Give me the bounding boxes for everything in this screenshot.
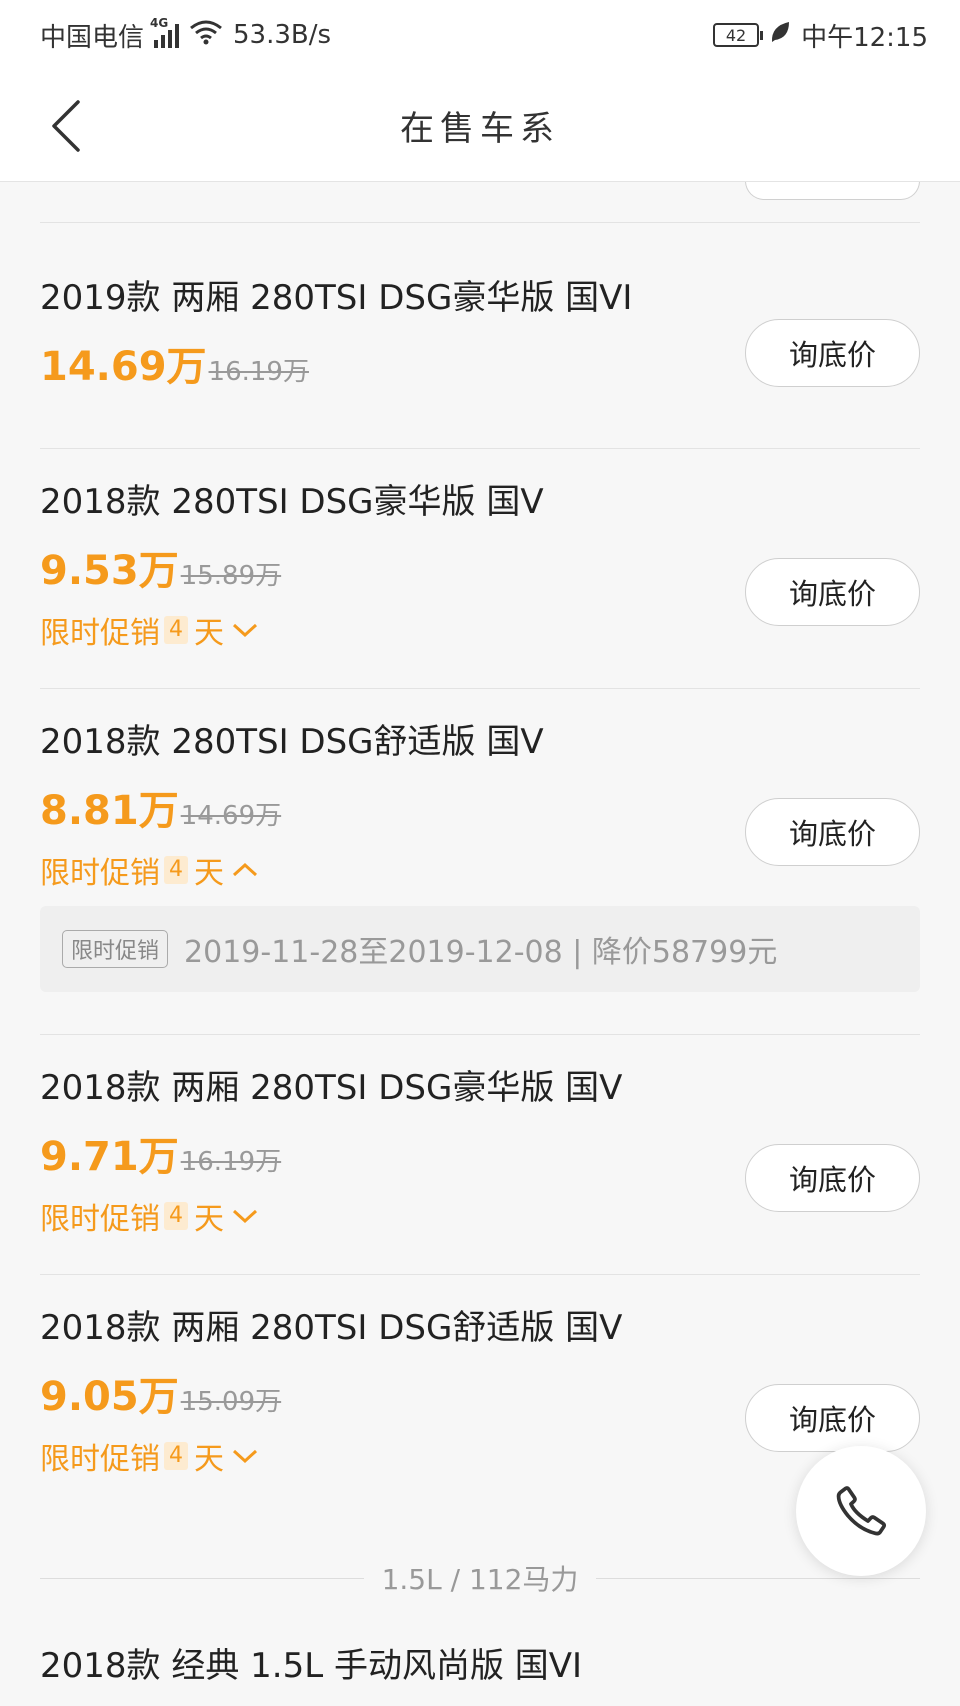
car-original-price: 15.09万 <box>180 1387 282 1417</box>
network-type: 4G <box>150 16 169 30</box>
divider <box>40 222 920 223</box>
chevron-down-icon <box>232 1448 258 1464</box>
car-name: 2018款 280TSI DSG舒适版 国V <box>40 722 544 762</box>
promo-days: 4 <box>164 616 188 644</box>
partial-ask-button[interactable] <box>745 182 920 200</box>
car-name: 2018款 两厢 280TSI DSG舒适版 国V <box>40 1308 623 1348</box>
back-button[interactable] <box>36 96 96 156</box>
car-original-price: 16.19万 <box>208 357 309 387</box>
section-header: 1.5L / 112马力 <box>40 1558 920 1598</box>
wifi-icon <box>189 19 223 52</box>
promo-tag: 限时促销 <box>62 930 169 968</box>
ask-price-button[interactable]: 询底价 <box>745 319 920 387</box>
promo-unit: 天 <box>194 616 224 651</box>
car-original-price: 16.19万 <box>180 1147 282 1177</box>
car-price: 9.71万 <box>40 1134 179 1180</box>
signal-icon: 4G <box>150 16 180 48</box>
car-name: 2018款 两厢 280TSI DSG豪华版 国V <box>40 1068 623 1108</box>
car-original-price: 14.69万 <box>180 801 282 831</box>
car-item[interactable]: 2018款 两厢 280TSI DSG豪华版 国V 9.71万 16.19万 限… <box>40 1066 920 1237</box>
nav-bar: 在售车系 <box>0 70 960 182</box>
leaf-icon <box>769 20 791 51</box>
chevron-down-icon <box>232 622 258 638</box>
car-price: 9.53万 <box>40 548 179 594</box>
battery-level: 42 <box>725 25 747 45</box>
ask-price-button[interactable]: 询底价 <box>745 558 920 626</box>
car-item[interactable]: 2018款 280TSI DSG豪华版 国V 9.53万 15.89万 限时促销… <box>40 480 920 651</box>
page-title: 在售车系 <box>400 109 560 149</box>
promo-days: 4 <box>164 856 188 884</box>
car-price: 14.69万 <box>40 344 207 390</box>
promo-days: 4 <box>164 1442 188 1470</box>
car-item[interactable]: 2019款 两厢 280TSI DSG豪华版 国VI 14.69万 16.19万… <box>40 276 920 390</box>
promo-unit: 天 <box>194 856 224 891</box>
chevron-left-icon <box>52 100 80 152</box>
divider <box>40 1034 920 1035</box>
divider <box>40 1274 920 1275</box>
car-name: 2018款 经典 1.5L 手动风尚版 国VI <box>40 1646 583 1686</box>
promo-detail-box: 限时促销 2019-11-28至2019-12-08 | 降价58799元 <box>40 906 920 992</box>
divider <box>40 688 920 689</box>
car-item[interactable]: 2018款 280TSI DSG舒适版 国V 8.81万 14.69万 限时促销… <box>40 720 920 891</box>
promo-unit: 天 <box>194 1202 224 1237</box>
battery-icon: 42 <box>713 23 764 47</box>
ask-price-button[interactable]: 询底价 <box>745 1384 920 1452</box>
promo-label: 限时促销 <box>40 616 160 651</box>
car-name: 2018款 280TSI DSG豪华版 国V <box>40 482 544 522</box>
status-bar: 中国电信 4G 53.3B/s 42 中午12:15 <box>0 0 960 70</box>
divider <box>40 448 920 449</box>
chevron-down-icon <box>232 1208 258 1224</box>
car-item[interactable]: 2018款 两厢 280TSI DSG舒适版 国V 9.05万 15.09万 限… <box>40 1306 920 1477</box>
promo-label: 限时促销 <box>40 1442 160 1477</box>
section-label: 1.5L / 112马力 <box>381 1563 579 1596</box>
car-name: 2019款 两厢 280TSI DSG豪华版 国VI <box>40 278 633 318</box>
phone-icon <box>836 1486 886 1536</box>
network-speed: 53.3B/s <box>233 20 332 50</box>
promo-label: 限时促销 <box>40 856 160 891</box>
car-item[interactable]: 2018款 经典 1.5L 手动风尚版 国VI <box>40 1644 920 1704</box>
promo-label: 限时促销 <box>40 1202 160 1237</box>
call-button[interactable] <box>796 1446 926 1576</box>
promo-unit: 天 <box>194 1442 224 1477</box>
promo-detail-text: 2019-11-28至2019-12-08 | 降价58799元 <box>184 935 778 970</box>
car-price: 8.81万 <box>40 788 179 834</box>
clock: 中午12:15 <box>801 22 928 53</box>
promo-days: 4 <box>164 1202 188 1230</box>
car-price: 9.05万 <box>40 1374 179 1420</box>
carrier-label: 中国电信 <box>40 22 145 53</box>
ask-price-button[interactable]: 询底价 <box>745 1144 920 1212</box>
chevron-up-icon <box>232 862 258 878</box>
car-original-price: 15.89万 <box>180 561 282 591</box>
ask-price-button[interactable]: 询底价 <box>745 798 920 866</box>
